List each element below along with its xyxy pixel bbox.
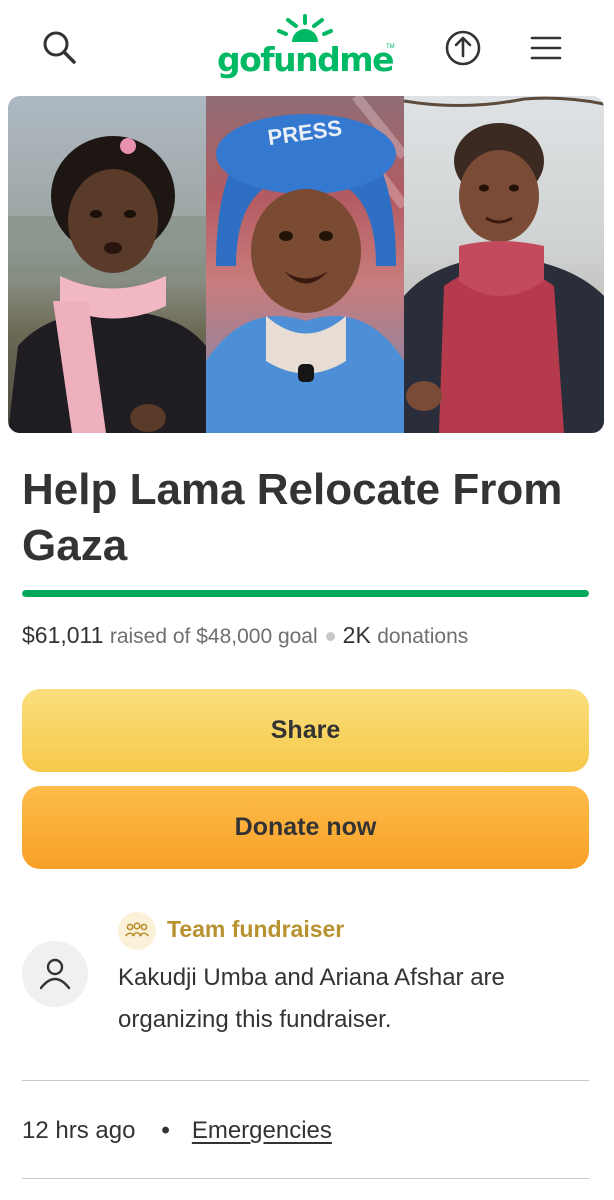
team-people-icon: [118, 912, 156, 950]
search-icon[interactable]: [38, 26, 82, 70]
organizer-avatar[interactable]: [22, 941, 88, 1007]
progress-bar-fill: [22, 590, 589, 597]
hamburger-menu-icon[interactable]: [524, 26, 568, 70]
amount-raised: $61,011: [22, 622, 104, 648]
created-time: 12 hrs ago: [22, 1117, 136, 1144]
campaign-hero-image[interactable]: PRESS: [8, 96, 604, 433]
donations-label: donations: [377, 625, 469, 648]
meta-separator: •: [161, 1117, 170, 1144]
girl-press-helmet-photo: PRESS: [206, 96, 404, 433]
logo-trademark: TM: [386, 44, 395, 50]
divider: [22, 1080, 589, 1081]
campaign-meta: 12 hrs ago • Emergencies: [22, 1115, 332, 1147]
upload-icon[interactable]: [441, 26, 485, 70]
share-button[interactable]: Share: [22, 689, 589, 772]
team-fundraiser-label: Team fundraiser: [167, 916, 345, 942]
logo-wordmark: gofundme: [216, 40, 395, 79]
donations-count: 2K: [342, 622, 371, 648]
goal-text: raised of $48,000 goal: [109, 625, 318, 648]
user-icon: [39, 958, 71, 990]
gofundme-logo[interactable]: gofundme TM: [210, 14, 400, 84]
campaign-page: gofundme TM PRESS Help Lama Relocate Fro…: [0, 0, 614, 1200]
progress-bar: [22, 590, 589, 597]
fundraising-stats: $61,011 raised of $48,000 goal 2K donatio…: [22, 620, 602, 652]
top-header: gofundme TM: [0, 0, 614, 96]
category-link[interactable]: Emergencies: [192, 1117, 332, 1144]
organizer-text: Kakudji Umba and Ariana Afshar are organ…: [118, 964, 505, 1033]
girl-pink-scarf-photo: [8, 96, 206, 433]
divider: [22, 1178, 589, 1179]
donate-now-button[interactable]: Donate now: [22, 786, 589, 869]
girl-red-hoodie-photo: [404, 96, 604, 433]
campaign-title: Help Lama Relocate From Gaza: [22, 465, 563, 570]
stats-separator-dot: [325, 632, 335, 642]
